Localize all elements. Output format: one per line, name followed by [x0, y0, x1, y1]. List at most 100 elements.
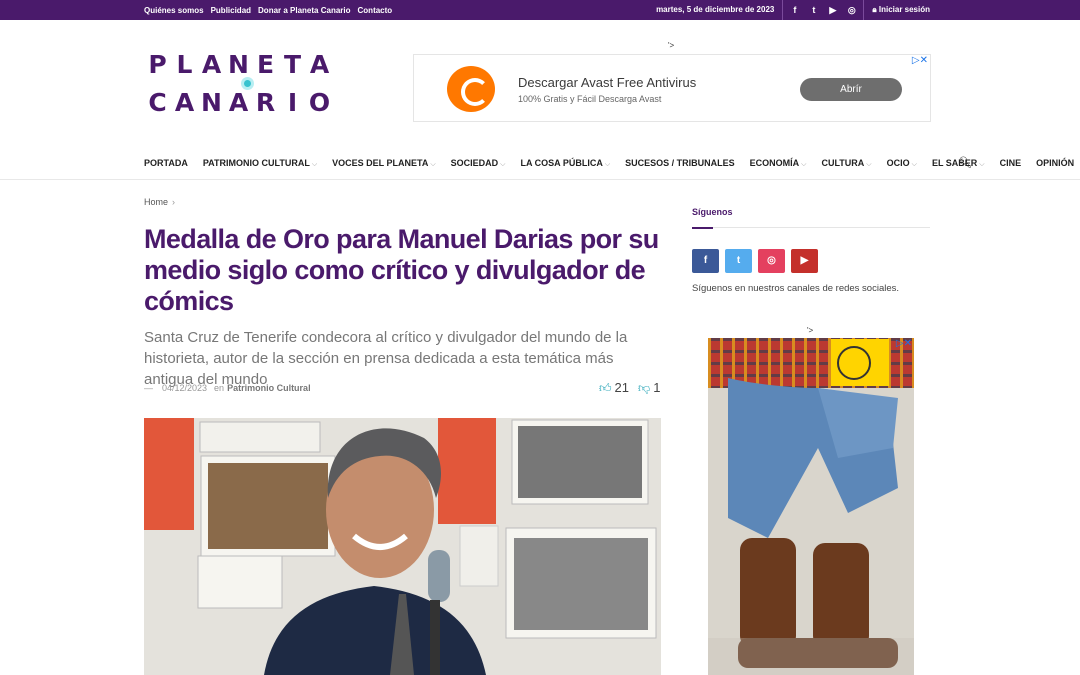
logo-letter: E — [256, 50, 275, 79]
ad-choices-icon[interactable]: ▷✕ — [896, 338, 912, 349]
article-date[interactable]: 04/12/2023 — [162, 383, 207, 393]
ad-tag: '> — [807, 326, 814, 335]
logo-letter: A — [174, 88, 195, 117]
current-date: martes, 5 de diciembre de 2023 — [656, 0, 784, 20]
nav-items: PORTADA PATRIMONIO CULTURAL ⌵ VOCES DEL PLA… — [144, 150, 1080, 176]
nav-item[interactable]: OPINIÓN — [1036, 158, 1074, 168]
ad-open-button[interactable]: Abrír — [800, 78, 902, 101]
article-votes: 👍︎ 21 👎︎ 1 — [599, 380, 660, 396]
avast-logo-icon — [447, 66, 495, 112]
like-count: 21 — [614, 380, 630, 395]
top-ad-banner[interactable]: Descargar Avast Free Antivirus 100% Grat… — [413, 54, 931, 122]
nav-item-label: CULTURA — [821, 157, 865, 168]
chevron-down-icon: ⌵ — [979, 160, 985, 168]
article-meta: — 04/12/2023 en Patrimonio Cultural — [144, 383, 311, 393]
meta-in-label: en — [214, 383, 225, 393]
nav-item-label: OPINIÓN — [1036, 158, 1075, 168]
site-logo[interactable]: P L A N E T A C A N A R I O — [144, 48, 356, 124]
chevron-down-icon: ⌵ — [801, 160, 807, 168]
nav-item[interactable]: PORTADA — [144, 158, 188, 168]
logo-letter: A — [201, 50, 222, 79]
logo-letter: N — [201, 88, 222, 117]
logo-letter: A — [228, 88, 249, 117]
sidebar-text: Síguenos en nuestros canales de redes so… — [692, 283, 900, 294]
nav-item[interactable]: PATRIMONIO CULTURAL ⌵ — [203, 158, 317, 169]
youtube-icon[interactable]: ▶ — [823, 0, 842, 20]
nav-item[interactable]: CINE — [1000, 158, 1022, 168]
dislike-count: 1 — [653, 380, 661, 395]
login-link[interactable]: 🔒︎ Iniciar sesión — [864, 5, 930, 15]
top-link-quienes-somos[interactable]: Quiénes somos — [144, 6, 204, 15]
sidebar-divider — [692, 227, 930, 229]
logo-row-canario: C A N A R I O — [144, 88, 333, 117]
chevron-down-icon: ⌵ — [311, 160, 318, 168]
twitter-icon[interactable]: t — [804, 0, 823, 20]
chevron-down-icon: ⌵ — [500, 160, 506, 168]
nav-item-label: OCIO — [886, 157, 910, 168]
article-title: Medalla de Oro para Manuel Darias por su… — [144, 224, 659, 316]
chevron-down-icon: ⌵ — [430, 160, 436, 168]
breadcrumb-separator-icon: › — [172, 197, 176, 207]
sidebar-ad-logo — [831, 339, 889, 386]
breadcrumb-home[interactable]: Home — [144, 197, 168, 207]
nav-item[interactable]: VOCES DEL PLANETA ⌵ — [332, 158, 436, 169]
facebook-button[interactable]: f — [692, 249, 719, 273]
nav-item[interactable]: SOCIEDAD ⌵ — [451, 158, 506, 169]
chevron-down-icon: ⌵ — [911, 160, 917, 168]
login-label: Iniciar sesión — [878, 5, 930, 14]
instagram-icon[interactable]: ◎ — [842, 0, 861, 20]
sidebar-heading: Síguenos — [692, 207, 733, 217]
instagram-button[interactable]: ◎ — [758, 249, 785, 273]
logo-letter: C — [148, 88, 167, 117]
top-link-contacto[interactable]: Contacto — [358, 6, 393, 15]
nav-item[interactable]: CULTURA ⌵ — [821, 158, 871, 169]
breadcrumb: Home › — [144, 197, 175, 207]
top-bar: Quiénes somos Publicidad Donar a Planeta… — [0, 0, 1080, 20]
ad-choices-icon[interactable]: ▷✕ — [912, 55, 928, 66]
nav-item-label: SOCIEDAD — [450, 157, 499, 168]
thumbs-down-icon: 👎︎ — [638, 381, 651, 395]
search-icon[interactable]: 🔍︎ — [958, 156, 972, 169]
nav-item-label: SUCESOS / TRIBUNALES — [625, 158, 735, 168]
article-subtitle: Santa Cruz de Tenerife condecora al crít… — [144, 329, 628, 388]
ad-headline[interactable]: Descargar Avast Free Antivirus — [518, 75, 696, 90]
dislike-button[interactable]: 👎︎ 1 — [638, 380, 660, 396]
nav-item[interactable]: ECONOMÍA ⌵ — [750, 158, 807, 169]
sidebar-social-buttons: f t ◎ ▶ — [692, 249, 818, 273]
nav-item-label: PATRIMONIO CULTURAL — [202, 157, 310, 168]
logo-row-planeta: P L A N E T A — [144, 50, 333, 79]
logo-letter: N — [228, 50, 249, 79]
nav-item-label: ECONOMÍA — [749, 157, 800, 168]
logo-letter: I — [287, 88, 298, 117]
nav-item-label: PORTADA — [144, 158, 188, 168]
main-nav: PORTADA PATRIMONIO CULTURAL ⌵ VOCES DEL PLA… — [0, 150, 1080, 180]
like-button[interactable]: 👍︎ 21 — [599, 380, 629, 396]
nav-item[interactable]: SUCESOS / TRIBUNALES — [625, 158, 735, 168]
top-links: Quiénes somos Publicidad Donar a Planeta… — [144, 0, 392, 20]
top-social: f t ▶ ◎ — [783, 0, 865, 20]
youtube-button[interactable]: ▶ — [791, 249, 818, 273]
facebook-icon[interactable]: f — [785, 0, 804, 20]
sidebar-ad[interactable]: ▷✕ — [708, 338, 914, 675]
ad-tag: '> — [668, 41, 675, 50]
nav-item[interactable]: LA COSA PÚBLICA ⌵ — [520, 158, 610, 169]
twitter-button[interactable]: t — [725, 249, 752, 273]
article-photo[interactable] — [144, 418, 661, 675]
top-link-publicidad[interactable]: Publicidad — [211, 6, 251, 15]
photo-illustration — [144, 418, 661, 675]
ad-subline: 100% Gratis y Fácil Descarga Avast — [518, 94, 662, 104]
logo-letter: P — [148, 50, 167, 79]
nav-item[interactable]: OCIO ⌵ — [887, 158, 917, 169]
nav-item-label: VOCES DEL PLANETA — [332, 157, 429, 168]
top-right: martes, 5 de diciembre de 2023 f t ▶ ◎ 🔒… — [656, 0, 930, 20]
chevron-down-icon: ⌵ — [866, 160, 872, 168]
meta-dash: — — [144, 383, 153, 393]
logo-letter: R — [255, 88, 276, 117]
nav-item-label: LA COSA PÚBLICA — [520, 157, 603, 168]
article-category[interactable]: Patrimonio Cultural — [227, 383, 311, 393]
top-link-donar[interactable]: Donar a Planeta Canario — [258, 6, 350, 15]
logo-letter: T — [283, 50, 302, 79]
logo-letter: O — [308, 88, 331, 117]
lock-icon: 🔒︎ — [872, 5, 877, 14]
logo-letter: A — [309, 50, 330, 79]
